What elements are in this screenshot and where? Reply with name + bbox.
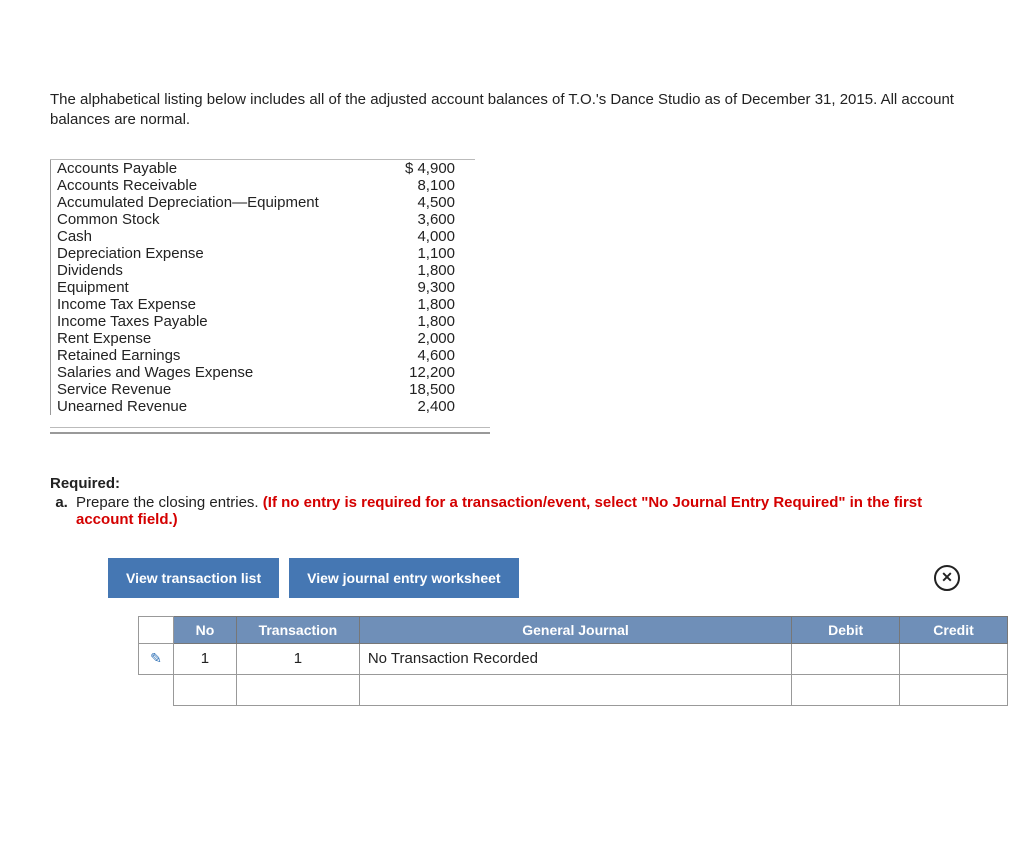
journal-cell-credit[interactable] <box>900 674 1008 705</box>
journal-cell-transaction[interactable]: 1 <box>236 643 359 674</box>
balance-value: 4,500 <box>371 194 475 211</box>
balance-value: 2,400 <box>371 398 475 415</box>
balance-name: Accumulated Depreciation—Equipment <box>51 194 372 211</box>
balances-table: Accounts Payable$ 4,900Accounts Receivab… <box>50 159 475 415</box>
balance-name: Retained Earnings <box>51 347 372 364</box>
required-label: Required: <box>50 475 974 492</box>
required-item-a: Prepare the closing entries. (If no entr… <box>72 494 974 528</box>
intro-text: The alphabetical listing below includes … <box>50 90 974 131</box>
balance-name: Accounts Payable <box>51 159 372 177</box>
journal-cell-debit[interactable] <box>792 674 900 705</box>
col-header-transaction: Transaction <box>236 616 359 643</box>
journal-cell-debit[interactable] <box>792 643 900 674</box>
balance-value: 18,500 <box>371 381 475 398</box>
journal-cell-no[interactable]: 1 <box>173 643 236 674</box>
balance-name: Accounts Receivable <box>51 177 372 194</box>
balance-value: 4,000 <box>371 228 475 245</box>
journal-cell-no[interactable] <box>173 674 236 705</box>
col-header-credit: Credit <box>900 616 1008 643</box>
balance-name: Equipment <box>51 279 372 296</box>
balance-value: 9,300 <box>371 279 475 296</box>
view-transaction-list-button[interactable]: View transaction list <box>108 558 279 598</box>
balance-value: $ 4,900 <box>371 159 475 177</box>
journal-cell-general[interactable]: No Transaction Recorded <box>359 643 791 674</box>
balance-value: 4,600 <box>371 347 475 364</box>
balance-value: 1,100 <box>371 245 475 262</box>
col-header-no: No <box>173 616 236 643</box>
journal-cell-transaction[interactable] <box>236 674 359 705</box>
journal-cell-general[interactable] <box>359 674 791 705</box>
close-icon[interactable]: ✕ <box>934 565 960 591</box>
view-journal-worksheet-button[interactable]: View journal entry worksheet <box>289 558 518 598</box>
balance-value: 1,800 <box>371 262 475 279</box>
balance-name: Income Tax Expense <box>51 296 372 313</box>
balances-separator <box>50 427 974 433</box>
balance-value: 12,200 <box>371 364 475 381</box>
col-header-debit: Debit <box>792 616 900 643</box>
balance-name: Salaries and Wages Expense <box>51 364 372 381</box>
balance-name: Dividends <box>51 262 372 279</box>
journal-cell-credit[interactable] <box>900 643 1008 674</box>
edit-row-icon[interactable]: ✎ <box>150 650 162 666</box>
balance-name: Cash <box>51 228 372 245</box>
balance-name: Unearned Revenue <box>51 398 372 415</box>
balance-name: Service Revenue <box>51 381 372 398</box>
balance-value: 1,800 <box>371 296 475 313</box>
balance-value: 3,600 <box>371 211 475 228</box>
balance-name: Depreciation Expense <box>51 245 372 262</box>
balance-name: Income Taxes Payable <box>51 313 372 330</box>
balance-value: 2,000 <box>371 330 475 347</box>
balance-name: Rent Expense <box>51 330 372 347</box>
balance-name: Common Stock <box>51 211 372 228</box>
required-item-text: Prepare the closing entries. <box>76 494 263 511</box>
balance-value: 1,800 <box>371 313 475 330</box>
journal-table: No Transaction General Journal Debit Cre… <box>138 616 1008 706</box>
col-header-general: General Journal <box>359 616 791 643</box>
balance-value: 8,100 <box>371 177 475 194</box>
